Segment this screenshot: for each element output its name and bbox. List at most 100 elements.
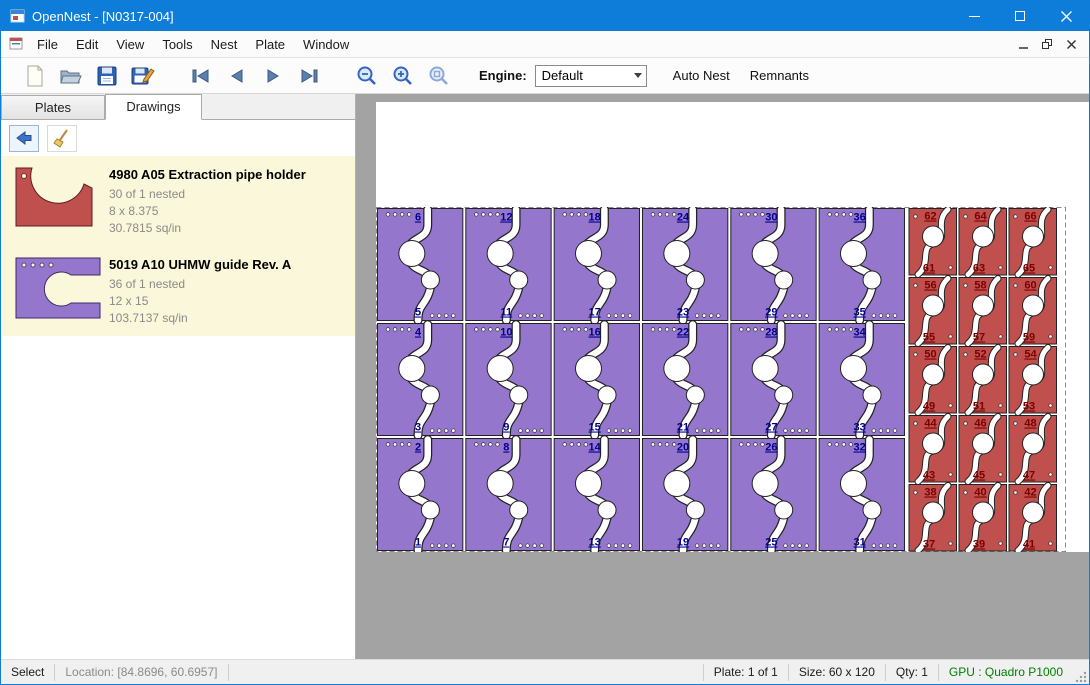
part-number: 42	[1024, 487, 1036, 499]
nest-canvas[interactable]: 6512111817242330293635431091615222128273…	[356, 94, 1090, 661]
mdi-minimize-button[interactable]	[1011, 34, 1035, 54]
red-part-pair[interactable]: 42 41	[1009, 485, 1057, 552]
purple-part-pair[interactable]: 65	[378, 209, 463, 321]
purple-part-pair[interactable]: 2625	[731, 439, 816, 551]
part-number: 65	[1023, 263, 1035, 275]
part-number: 41	[1023, 539, 1035, 551]
drawing-item-2[interactable]: 5019 A10 UHMW guide Rev. A 36 of 1 neste…	[1, 246, 355, 336]
clear-button[interactable]	[47, 125, 77, 152]
part-number: 64	[974, 211, 987, 223]
drawing-thumbnail-red	[13, 165, 109, 237]
menu-view[interactable]: View	[107, 32, 153, 57]
zoom-out-button[interactable]	[349, 60, 385, 92]
purple-part-pair[interactable]: 12 11	[466, 209, 551, 321]
part-number: 24	[677, 212, 690, 224]
next-plate-button[interactable]	[255, 60, 291, 92]
part-number: 1	[415, 537, 421, 549]
menu-plate[interactable]: Plate	[246, 32, 294, 57]
purple-part-pair[interactable]: 109	[466, 324, 551, 436]
part-number: 14	[589, 442, 602, 454]
tab-drawings[interactable]: Drawings	[105, 94, 202, 120]
purple-part-pair[interactable]: 2423	[642, 209, 727, 321]
open-button[interactable]	[53, 60, 89, 92]
purple-part-pair[interactable]: 2221	[642, 324, 727, 436]
part-number: 43	[923, 470, 935, 482]
red-part-pair[interactable]: 5049	[909, 347, 957, 414]
purple-part-pair[interactable]: 3635	[819, 209, 904, 321]
part-number: 12	[500, 212, 512, 224]
resize-grip[interactable]	[1073, 660, 1089, 685]
purple-part-pair[interactable]: 3433	[819, 324, 904, 436]
red-part-pair[interactable]: 6261	[909, 209, 957, 276]
part-number: 54	[1024, 349, 1037, 361]
first-plate-button[interactable]	[183, 60, 219, 92]
red-part-pair[interactable]: 4847	[1009, 416, 1057, 483]
child-window-icon[interactable]	[9, 37, 24, 51]
purple-part-pair[interactable]: 43	[378, 324, 463, 436]
part-number: 21	[677, 422, 689, 434]
red-part-pair[interactable]: 5251	[959, 347, 1007, 414]
last-plate-button[interactable]	[291, 60, 327, 92]
red-part-pair[interactable]: 4039	[959, 485, 1007, 552]
maximize-button[interactable]	[997, 1, 1043, 31]
plate[interactable]: 6512111817242330293635431091615222128273…	[376, 207, 1066, 552]
purple-part-pair[interactable]: 87	[466, 439, 551, 551]
new-button[interactable]	[17, 60, 53, 92]
status-mode: Select	[1, 664, 54, 681]
tab-plates[interactable]: Plates	[1, 95, 105, 119]
part-number: 55	[923, 332, 935, 344]
part-number: 63	[973, 263, 985, 275]
part-number: 36	[854, 212, 866, 224]
purple-part-pair[interactable]: 1615	[554, 324, 639, 436]
app-icon	[10, 8, 26, 24]
red-part-pair[interactable]: 64 63	[959, 209, 1007, 276]
purple-part-pair[interactable]: 3231	[819, 439, 904, 551]
close-button[interactable]	[1043, 1, 1089, 31]
broom-icon	[52, 128, 72, 148]
menu-nest[interactable]: Nest	[202, 32, 247, 57]
menu-tools[interactable]: Tools	[153, 32, 201, 57]
part-number: 27	[765, 422, 777, 434]
part-number: 7	[503, 537, 509, 549]
purple-part-pair[interactable]: 3029	[731, 209, 816, 321]
purple-part-pair[interactable]: 1413	[554, 439, 639, 551]
minimize-button[interactable]	[951, 1, 997, 31]
auto-nest-button[interactable]: Auto Nest	[667, 64, 736, 87]
part-number: 56	[924, 280, 936, 292]
menu-file[interactable]: File	[28, 32, 67, 57]
purple-part-pair[interactable]: 2827	[731, 324, 816, 436]
send-back-button[interactable]	[9, 125, 39, 152]
red-part-pair[interactable]: 4443	[909, 416, 957, 483]
purple-part-pair[interactable]: 1817	[554, 209, 639, 321]
red-part-pair[interactable]: 3837	[909, 485, 957, 552]
save-icon	[96, 65, 118, 87]
zoom-extents-button[interactable]	[421, 60, 457, 92]
drawing-size: 8 x 8.375	[109, 203, 347, 220]
red-part-pair[interactable]: 5453	[1009, 347, 1057, 414]
zoom-in-button[interactable]	[385, 60, 421, 92]
red-part-pair[interactable]: 4645	[959, 416, 1007, 483]
previous-plate-button[interactable]	[219, 60, 255, 92]
engine-label: Engine:	[479, 68, 527, 83]
menu-edit[interactable]: Edit	[67, 32, 107, 57]
grip-icon	[1075, 671, 1087, 683]
red-part-pair[interactable]: 5857	[959, 278, 1007, 345]
drawing-area: 30.7815 sq/in	[109, 220, 347, 237]
purple-part-pair[interactable]: 2019	[642, 439, 727, 551]
remnants-button[interactable]: Remnants	[744, 64, 815, 87]
drawing-item-1[interactable]: 4980 A05 Extraction pipe holder 30 of 1 …	[1, 156, 355, 246]
red-part-pair[interactable]: 6059	[1009, 278, 1057, 345]
mdi-close-button[interactable]	[1059, 34, 1083, 54]
mdi-restore-button[interactable]	[1035, 34, 1059, 54]
part-number: 11	[501, 307, 513, 319]
mdi-minimize-icon	[1019, 40, 1028, 49]
part-number: 33	[854, 422, 866, 434]
engine-select[interactable]: Default	[535, 65, 647, 87]
purple-part-pair[interactable]: 21	[378, 439, 463, 551]
menu-window[interactable]: Window	[294, 32, 358, 57]
save-button[interactable]	[89, 60, 125, 92]
save-as-button[interactable]	[125, 60, 161, 92]
red-part-pair[interactable]: 56 55	[909, 278, 957, 345]
engine-value: Default	[536, 68, 630, 83]
red-part-pair[interactable]: 6665	[1009, 209, 1057, 276]
